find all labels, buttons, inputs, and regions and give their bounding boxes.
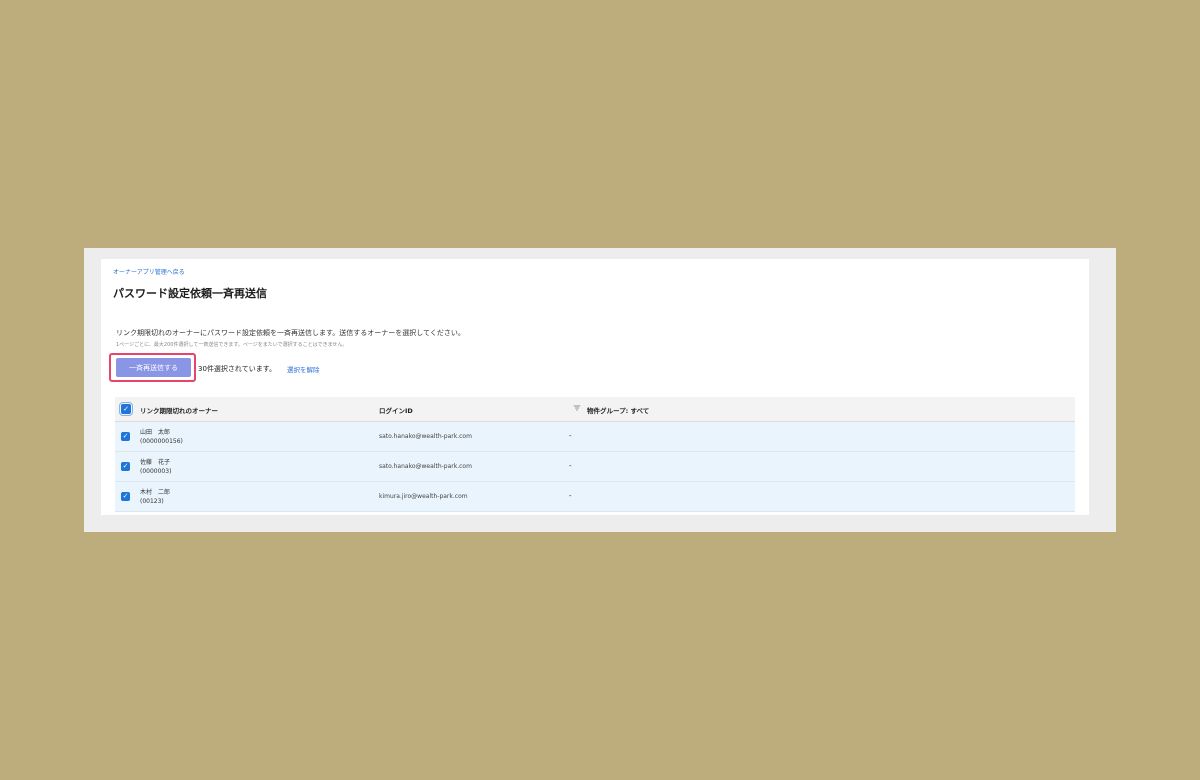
login-id: kimura.jiro@wealth-park.com: [379, 493, 468, 500]
login-id: sato.hanako@wealth-park.com: [379, 433, 472, 440]
owner-id: (0000003): [140, 468, 172, 475]
column-header-property-group[interactable]: 物件グループ: すべて: [587, 405, 649, 415]
owner-id: (00123): [140, 498, 164, 505]
owner-table: ✓ リンク期限切れのオーナー ログインID 物件グループ: すべて ✓ 山田 太…: [115, 397, 1075, 515]
main-panel: オーナーアプリ管理へ戻る パスワード設定依頼一斉再送信 リンク期限切れのオーナー…: [101, 259, 1089, 515]
row-checkbox[interactable]: ✓: [121, 462, 130, 471]
table-row: ✓ 佐藤 花子 (0000003) sato.hanako@wealth-par…: [115, 452, 1075, 482]
table-row: ✓ 木村 二郎 (00123) kimura.jiro@wealth-park.…: [115, 482, 1075, 512]
table-row: ✓ 山田 太郎 (0000000156) sato.hanako@wealth-…: [115, 422, 1075, 452]
owner-name: 佐藤 花子: [140, 459, 171, 466]
column-header-login-id: ログインID: [379, 407, 413, 415]
row-checkbox[interactable]: ✓: [121, 492, 130, 501]
row-checkbox[interactable]: ✓: [121, 432, 130, 441]
clear-selection-link[interactable]: 選択を解除: [287, 364, 320, 374]
screenshot-frame: オーナーアプリ管理へ戻る パスワード設定依頼一斉再送信 リンク期限切れのオーナー…: [84, 248, 1116, 532]
page-title: パスワード設定依頼一斉再送信: [113, 287, 267, 300]
property-group: -: [569, 492, 572, 500]
login-id: sato.hanako@wealth-park.com: [379, 463, 472, 470]
property-group: -: [569, 432, 572, 440]
selected-count-text: 30件選択されています。: [198, 365, 276, 373]
column-header-owner: リンク期限切れのオーナー: [140, 407, 218, 415]
owner-id: (0000000156): [140, 438, 183, 445]
description-text: リンク期限切れのオーナーにパスワード設定依頼を一斉再送信します。送信するオーナー…: [116, 329, 465, 337]
select-all-checkbox[interactable]: ✓: [119, 402, 133, 416]
back-to-owner-app-link[interactable]: オーナーアプリ管理へ戻る: [113, 267, 185, 276]
bulk-resend-button[interactable]: 一斉再送信する: [116, 358, 191, 377]
owner-name: 木村 二郎: [140, 489, 171, 496]
owner-name: 山田 太郎: [140, 429, 171, 436]
selection-limit-note: 1ページごとに、最大200件選択して一斉送信できます。ページをまたいで選択するこ…: [116, 342, 348, 348]
table-header: ✓ リンク期限切れのオーナー ログインID 物件グループ: すべて: [115, 397, 1075, 422]
property-group: -: [569, 462, 572, 470]
filter-icon[interactable]: [573, 404, 581, 412]
